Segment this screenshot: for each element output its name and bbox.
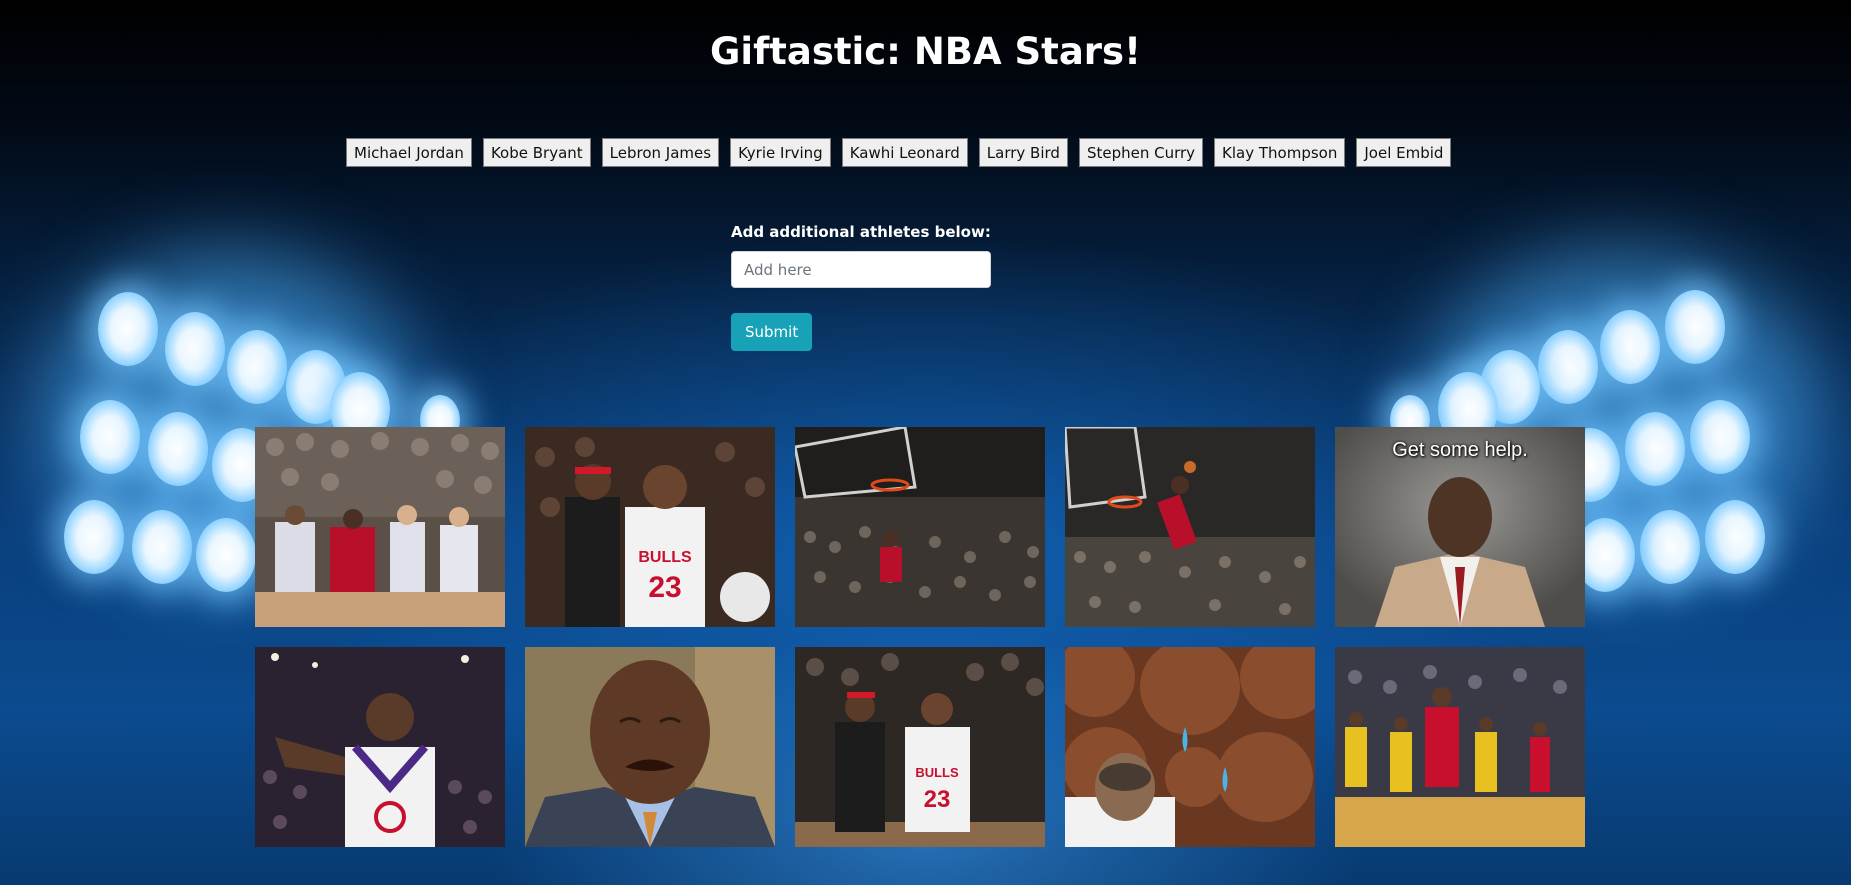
gif-8-image: BULLS 23 (795, 647, 1045, 847)
gif-10-image (1335, 647, 1585, 847)
athlete-button-kobe-bryant[interactable]: Kobe Bryant (482, 138, 591, 167)
gif-4[interactable] (1065, 427, 1315, 627)
athlete-button-larry-bird[interactable]: Larry Bird (978, 138, 1068, 167)
athlete-button-lebron-james[interactable]: Lebron James (601, 138, 720, 167)
gif-5-caption: Get some help. (1392, 439, 1528, 461)
svg-text:BULLS: BULLS (915, 765, 959, 780)
gif-3-image (795, 427, 1045, 627)
gif-6[interactable] (255, 647, 505, 847)
submit-button[interactable]: Submit (731, 313, 813, 351)
gif-7[interactable] (525, 647, 775, 847)
athlete-button-kawhi-leonard[interactable]: Kawhi Leonard (841, 138, 968, 167)
gif-8[interactable]: BULLS 23 (795, 647, 1045, 847)
svg-text:BULLS: BULLS (638, 549, 692, 566)
athlete-button-joel-embid[interactable]: Joel Embid (1356, 138, 1452, 167)
gif-3[interactable] (795, 427, 1045, 627)
gif-1-image (255, 427, 505, 627)
add-athlete-label: Add additional athletes below: (731, 223, 991, 241)
gif-9[interactable] (1065, 647, 1315, 847)
gif-1[interactable] (255, 427, 505, 627)
add-athlete-form: Add additional athletes below: Submit (731, 223, 991, 351)
athlete-button-michael-jordan[interactable]: Michael Jordan (346, 138, 472, 167)
gif-2[interactable]: BULLS 23 (525, 427, 775, 627)
athlete-button-kyrie-irving[interactable]: Kyrie Irving (730, 138, 831, 167)
athlete-button-bar: Michael Jordan Kobe Bryant Lebron James … (346, 138, 1452, 167)
gif-4-image (1065, 427, 1315, 627)
athlete-button-stephen-curry[interactable]: Stephen Curry (1078, 138, 1204, 167)
gif-5[interactable]: Get some help. (1335, 427, 1585, 627)
gif-2-image: BULLS 23 (525, 427, 775, 627)
svg-text:23: 23 (648, 571, 681, 604)
gif-9-image (1065, 647, 1315, 847)
svg-text:23: 23 (924, 786, 951, 813)
athlete-button-klay-thompson[interactable]: Klay Thompson (1214, 138, 1346, 167)
gif-6-image (255, 647, 505, 847)
gif-10[interactable] (1335, 647, 1585, 847)
add-athlete-input[interactable] (731, 251, 991, 288)
gif-grid: BULLS 23 Get some help. BULLS 23 (255, 427, 1585, 847)
page-title: Giftastic: NBA Stars! (710, 30, 1141, 73)
gif-7-image (525, 647, 775, 847)
